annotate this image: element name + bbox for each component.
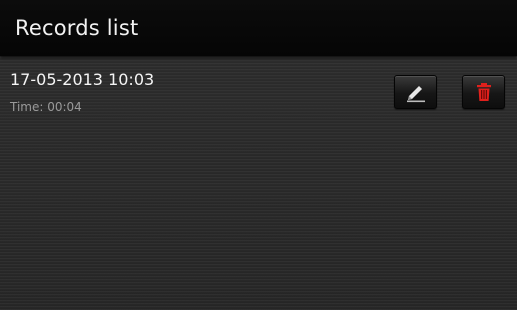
record-datetime: 17-05-2013 10:03	[10, 70, 155, 89]
record-duration: Time: 00:04	[10, 100, 82, 114]
title-bar: Records list	[0, 0, 517, 56]
trash-icon	[476, 83, 491, 101]
pencil-icon	[406, 86, 425, 103]
screen: Records list 17-05-2013 10:03 Time: 00:0…	[0, 0, 517, 310]
edit-button[interactable]	[394, 75, 437, 109]
delete-button[interactable]	[462, 75, 505, 109]
page-title: Records list	[15, 16, 139, 40]
list-item[interactable]: 17-05-2013 10:03 Time: 00:04	[0, 60, 517, 122]
